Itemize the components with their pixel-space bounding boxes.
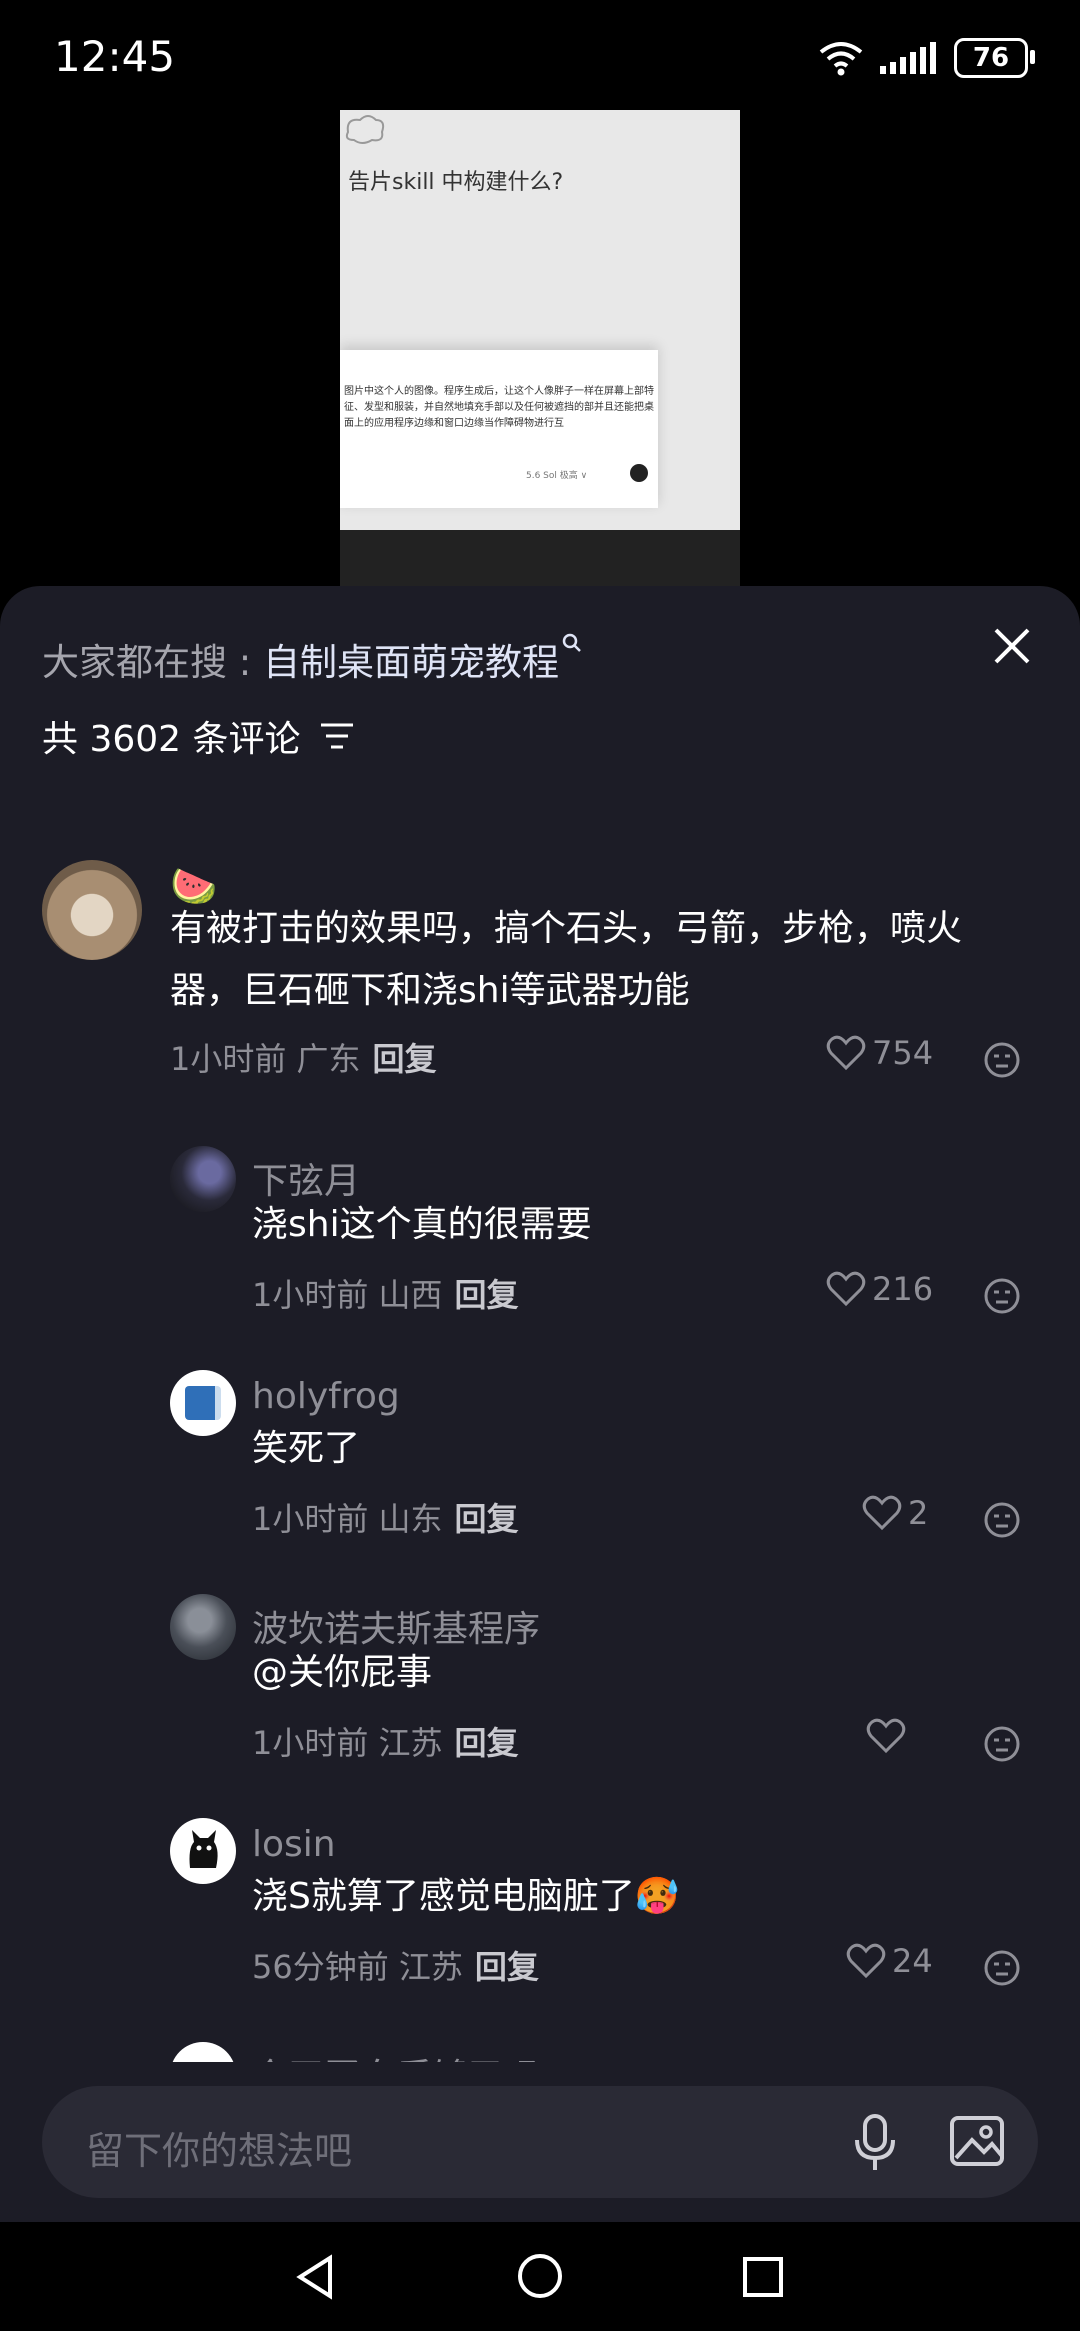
- comment-input-placeholder: 留下你的想法吧: [86, 2129, 353, 2173]
- comment-meta: 56分钟前 江苏 回复: [252, 1942, 539, 1988]
- meh-face-icon[interactable]: [982, 1724, 1022, 1764]
- reply-button[interactable]: 回复: [455, 1500, 519, 1538]
- video-dialog-card: 图片中这个人的图像。程序生成后，让这个人像胖子一样在屏幕上部特征、发型和服装，并…: [340, 350, 658, 508]
- microphone-icon[interactable]: [850, 2110, 900, 2176]
- avatar[interactable]: [170, 1818, 236, 1884]
- like-button[interactable]: 24: [846, 1942, 933, 1980]
- logo-icon: [345, 115, 385, 144]
- reply-button[interactable]: 回复: [455, 1724, 519, 1762]
- comment-time: 1小时前 山西: [252, 1276, 443, 1314]
- reply-item: 波坎诺夫斯基程序 @关你屁事 1小时前 江苏 回复: [0, 1594, 1080, 1774]
- search-prefix: 大家都在搜 :: [42, 641, 263, 684]
- comment-time: 56分钟前 江苏: [252, 1948, 463, 1986]
- nav-recents-icon[interactable]: [740, 2254, 786, 2300]
- system-nav-bar: [0, 2222, 1080, 2331]
- comment-text[interactable]: 有被打击的效果吗，搞个石头，弓箭，步枪，喷火器，巨石砸下和浇shi等武器功能: [170, 898, 1030, 1022]
- video-card-text: 图片中这个人的图像。程序生成后，让这个人像胖子一样在屏幕上部特征、发型和服装，并…: [344, 386, 654, 429]
- image-icon[interactable]: [948, 2112, 1006, 2170]
- comment-sheet: 大家都在搜 : 自制桌面萌宠教程 共 3602 条评论 🍉 有被打击的效果吗，搞…: [0, 586, 1080, 2222]
- reply-button[interactable]: 回复: [373, 1040, 437, 1078]
- like-count: 24: [892, 1942, 933, 1980]
- video-heading: 告片skill 中构建什么?: [348, 170, 564, 195]
- reply-button[interactable]: 回复: [475, 1948, 539, 1986]
- like-button[interactable]: 754: [826, 1034, 933, 1072]
- video-model-label: 5.6 Sol 极高 ∨: [526, 471, 588, 481]
- heart-outline-icon: [826, 1271, 866, 1307]
- comment-meta: 1小时前 江苏 回复: [252, 1718, 519, 1764]
- cat-icon: [189, 1830, 218, 1868]
- status-time: 12:45: [54, 32, 176, 81]
- comment-meta: 1小时前 广东 回复: [170, 1034, 437, 1080]
- comment-text[interactable]: 浇shi这个真的很需要: [252, 1194, 592, 1256]
- heart-outline-icon: [826, 1035, 866, 1071]
- comment-meta: 1小时前 山东 回复: [252, 1494, 519, 1540]
- comment-time: 1小时前 江苏: [252, 1724, 443, 1762]
- comment-input[interactable]: 留下你的想法吧: [42, 2086, 1038, 2198]
- reply-item: losin 浇S就算了感觉电脑脏了🥵 56分钟前 江苏 回复 24: [0, 1818, 1080, 1998]
- comment-username[interactable]: losin: [252, 1824, 336, 1865]
- like-button[interactable]: 2: [862, 1494, 928, 1532]
- reply-button[interactable]: 回复: [455, 1276, 519, 1314]
- meh-face-icon[interactable]: [982, 1948, 1022, 1988]
- comment-username[interactable]: holyfrog: [252, 1376, 400, 1417]
- comment-count: 共 3602 条评论: [42, 710, 357, 762]
- search-keyword[interactable]: 自制桌面萌宠教程: [263, 641, 559, 684]
- status-bar: 12:45 76: [0, 0, 1080, 110]
- comment-text[interactable]: 笑死了: [252, 1418, 360, 1480]
- meh-face-icon[interactable]: [982, 1276, 1022, 1316]
- nav-home-icon[interactable]: [514, 2250, 566, 2302]
- avatar[interactable]: [170, 1370, 236, 1436]
- reply-item: 下弦月 浇shi这个真的很需要 1小时前 山西 回复 216: [0, 1146, 1080, 1326]
- comment-count-text: 共 3602 条评论: [42, 719, 301, 760]
- avatar[interactable]: [170, 1146, 236, 1212]
- avatar[interactable]: [42, 860, 142, 960]
- like-count: 754: [872, 1034, 934, 1072]
- close-icon[interactable]: [988, 622, 1036, 670]
- comment-meta: 1小时前 山西 回复: [252, 1270, 519, 1316]
- battery-indicator: 76: [954, 38, 1035, 78]
- filter-lines-icon[interactable]: [317, 719, 357, 753]
- signal-icon: [880, 42, 936, 74]
- search-suggestion[interactable]: 大家都在搜 : 自制桌面萌宠教程: [42, 632, 583, 686]
- meh-face-icon[interactable]: [982, 1040, 1022, 1080]
- heart-outline-icon: [862, 1495, 902, 1531]
- like-button[interactable]: [866, 1718, 912, 1754]
- like-count: 216: [872, 1270, 934, 1308]
- video-send-icon: [630, 464, 648, 482]
- video-preview[interactable]: 告片skill 中构建什么? 图片中这个人的图像。程序生成后，让这个人像胖子一样…: [340, 110, 740, 588]
- reply-item: holyfrog 笑死了 1小时前 山东 回复 2: [0, 1370, 1080, 1550]
- video-bottom-strip: [340, 530, 740, 588]
- comment-input-bar: 留下你的想法吧: [0, 2062, 1080, 2222]
- search-icon: [562, 633, 581, 652]
- avatar[interactable]: [170, 1594, 236, 1660]
- heart-outline-icon: [866, 1718, 906, 1754]
- comment-time: 1小时前 山东: [252, 1500, 443, 1538]
- wifi-icon: [819, 42, 863, 76]
- book-icon: [185, 1386, 221, 1420]
- comment-text[interactable]: @关你屁事: [252, 1642, 432, 1704]
- nav-back-icon[interactable]: [290, 2252, 340, 2302]
- like-button[interactable]: 216: [826, 1270, 933, 1308]
- heart-outline-icon: [846, 1943, 886, 1979]
- meh-face-icon[interactable]: [982, 1500, 1022, 1540]
- status-icons: 76: [818, 38, 1035, 78]
- comment-text[interactable]: 浇S就算了感觉电脑脏了🥵: [252, 1866, 680, 1928]
- comment-time: 1小时前 广东: [170, 1040, 361, 1078]
- like-count: 2: [908, 1494, 929, 1532]
